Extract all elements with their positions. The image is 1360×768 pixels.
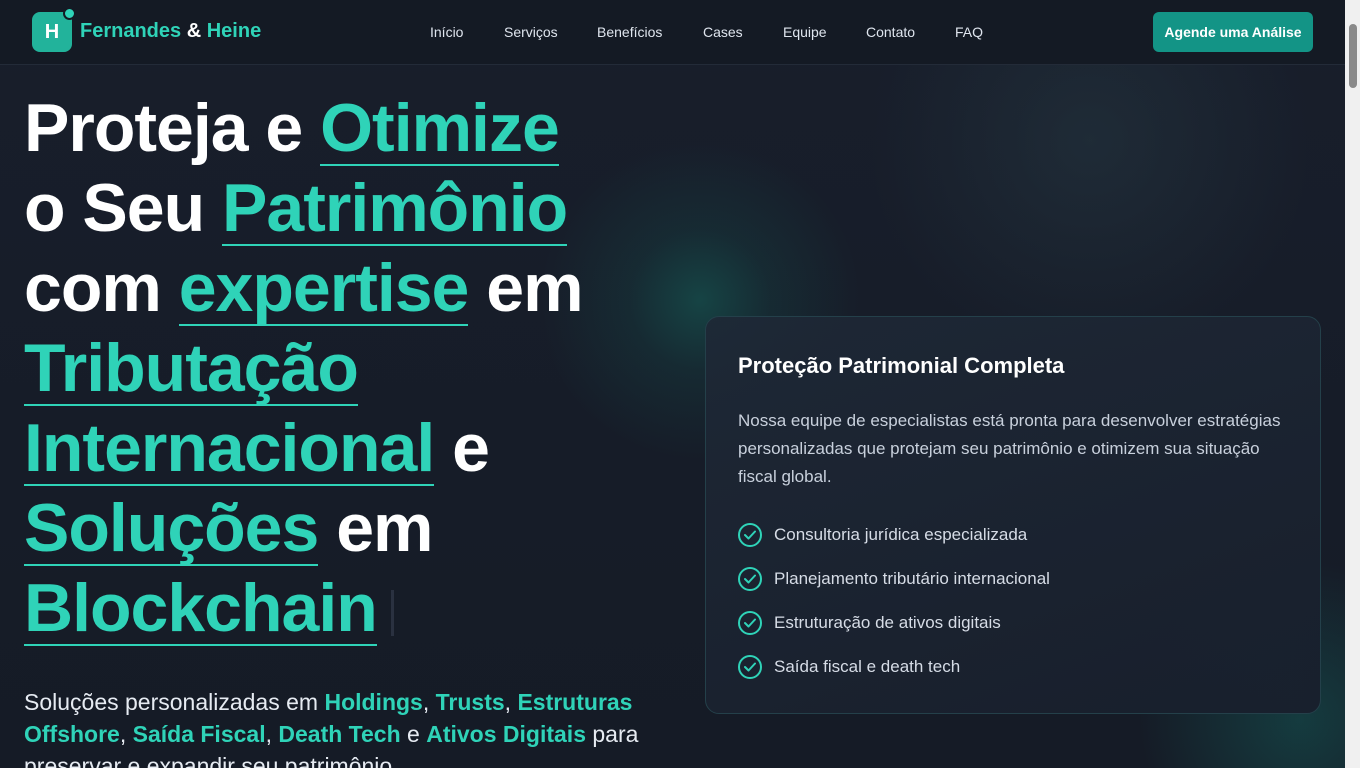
headline-highlight: expertise: [178, 250, 469, 326]
subtitle-separator: ,: [422, 689, 430, 715]
subtitle-separator: ,: [265, 721, 272, 747]
nav-link-equipe[interactable]: Equipe: [783, 24, 827, 40]
logo-letter: H: [44, 20, 60, 43]
nav-link-inicio[interactable]: Início: [430, 24, 463, 40]
subtitle-keyword: Death Tech: [278, 721, 401, 747]
check-circle-icon: [738, 523, 762, 547]
headline-highlight: Patrimônio: [222, 170, 568, 246]
brand-part1: Fernandes: [80, 20, 182, 42]
hero-headline: Proteja e Otimize o Seu Patrimônio com e…: [24, 88, 684, 648]
feature-label: Saída fiscal e death tech: [774, 657, 961, 676]
feature-label: Consultoria jurídica especializada: [774, 525, 1028, 544]
subtitle-keyword: Trusts: [435, 689, 505, 715]
headline-highlight: Otimize: [320, 90, 560, 166]
brand-ampersand: &: [186, 20, 202, 42]
headline-text: Proteja e: [24, 90, 303, 166]
headline-line: Blockchain: [24, 568, 684, 648]
subtitle-keyword: Ativos Digitais: [426, 721, 586, 747]
feature-item: Estruturação de ativos digitais: [738, 610, 1001, 636]
subtitle-separator: e: [407, 721, 420, 747]
feature-item: Planejamento tributário internacional: [738, 566, 1050, 592]
logo-dot-icon: [63, 7, 76, 20]
headline-highlight: Soluções: [24, 490, 319, 566]
card-title: Proteção Patrimonial Completa: [738, 353, 1065, 378]
subtitle-text: Soluções personalizadas em: [24, 689, 319, 715]
headline-highlight: Internacional: [24, 410, 435, 486]
headline-line: Proteja e Otimize: [24, 88, 684, 168]
subtitle-separator: ,: [119, 721, 127, 747]
nav-link-contato[interactable]: Contato: [866, 24, 915, 40]
headline-text: e: [452, 410, 490, 486]
check-circle-icon: [738, 611, 762, 635]
check-circle-icon: [738, 655, 762, 679]
headline-line: Internacional e: [24, 408, 684, 488]
page: H Fernandes & Heine Início Serviços Bene…: [0, 0, 1360, 768]
headline-text: o Seu: [24, 170, 205, 246]
brand-name[interactable]: Fernandes & Heine: [80, 20, 261, 43]
headline-text: com: [24, 250, 162, 326]
subtitle-keyword: Holdings: [324, 689, 423, 715]
headline-line: o Seu Patrimônio: [24, 168, 684, 248]
top-navbar: H Fernandes & Heine Início Serviços Bene…: [0, 0, 1345, 65]
hero-subtitle: Soluções personalizadas em Holdings, Tru…: [24, 686, 664, 768]
headline-line: com expertise em: [24, 248, 684, 328]
typing-cursor: [390, 590, 394, 637]
feature-item: Saída fiscal e death tech: [738, 654, 960, 680]
protection-card: Proteção Patrimonial Completa Nossa equi…: [705, 316, 1321, 714]
card-description: Nossa equipe de especialistas está pront…: [738, 411, 1281, 486]
feature-label: Estruturação de ativos digitais: [774, 613, 1001, 632]
feature-item: Consultoria jurídica especializada: [738, 522, 1027, 548]
headline-highlight: Blockchain: [24, 570, 378, 646]
page-scrollbar[interactable]: [1345, 0, 1360, 768]
nav-link-beneficios[interactable]: Benefícios: [597, 24, 662, 40]
check-circle-icon: [738, 567, 762, 591]
headline-line: Tributação: [24, 328, 684, 408]
headline-text: em: [486, 250, 583, 326]
nav-link-cases[interactable]: Cases: [703, 24, 743, 40]
headline-highlight: Tributação: [24, 330, 359, 406]
scrollbar-thumb[interactable]: [1349, 24, 1357, 88]
schedule-analysis-button[interactable]: Agende uma Análise: [1153, 12, 1313, 52]
nav-link-faq[interactable]: FAQ: [955, 24, 983, 40]
feature-label: Planejamento tributário internacional: [774, 569, 1050, 588]
subtitle-keyword: Saída Fiscal: [132, 721, 266, 747]
headline-text: em: [336, 490, 433, 566]
nav-link-servicos[interactable]: Serviços: [504, 24, 558, 40]
headline-line: Soluções em: [24, 488, 684, 568]
subtitle-separator: ,: [504, 689, 512, 715]
brand-part2: Heine: [206, 20, 262, 42]
